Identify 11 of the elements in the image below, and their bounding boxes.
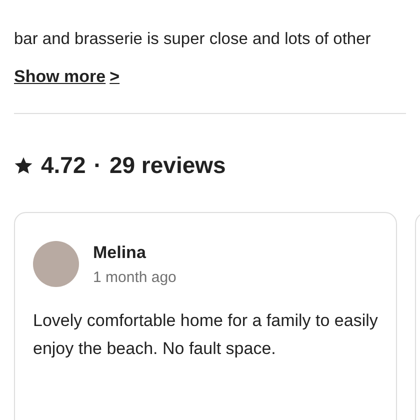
chevron-icon: > [110, 66, 120, 88]
avatar [33, 241, 79, 287]
star-icon [14, 156, 33, 175]
separator-dot: · [94, 152, 102, 179]
review-text: Lovely comfortable home for a family to easily enjoy the beach. No fault space. [33, 310, 378, 360]
reviewer-name: Melina [93, 242, 147, 262]
review-date: 1 month ago [93, 268, 176, 286]
description-text: bar and brasserie is super close and lots of other [13, 29, 372, 50]
rating-score: 4.72 [41, 152, 86, 179]
show-more-link[interactable]: Show more > [14, 66, 120, 88]
review-count: 29 reviews [109, 152, 226, 179]
